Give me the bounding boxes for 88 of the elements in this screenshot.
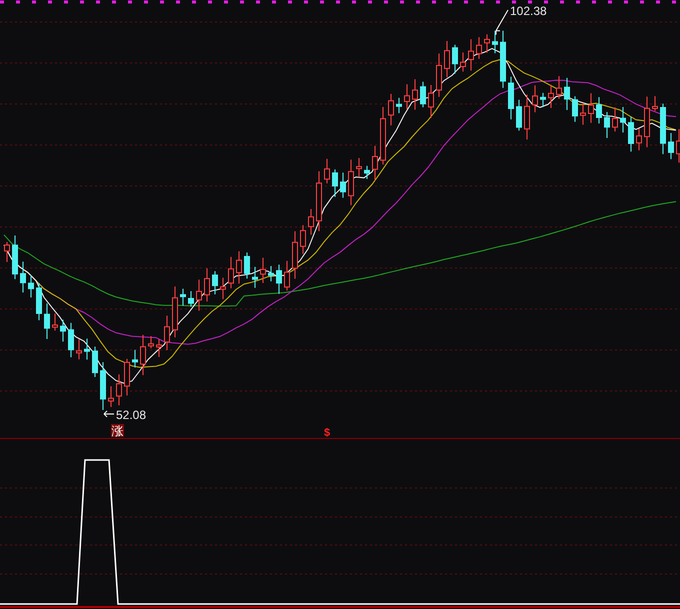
candlestick bbox=[252, 266, 258, 288]
candlestick bbox=[644, 96, 650, 148]
candlestick bbox=[156, 338, 162, 358]
candlestick bbox=[348, 159, 354, 206]
candlestick bbox=[124, 358, 130, 396]
candlestick bbox=[572, 96, 578, 122]
candlestick bbox=[108, 386, 114, 408]
candlestick bbox=[316, 170, 322, 232]
candlestick bbox=[60, 319, 66, 342]
candlestick bbox=[412, 78, 418, 110]
candlestick bbox=[204, 268, 210, 302]
candlestick bbox=[28, 274, 34, 298]
candlestick bbox=[284, 260, 290, 291]
rise-badge: 涨 bbox=[111, 424, 124, 438]
signal-mark: $ bbox=[324, 427, 330, 438]
candlestick bbox=[300, 224, 306, 254]
candlestick bbox=[556, 76, 562, 100]
candlestick bbox=[372, 145, 378, 181]
candlestick bbox=[332, 168, 338, 198]
candlestick bbox=[476, 36, 482, 60]
candlestick bbox=[324, 158, 330, 184]
candlestick bbox=[92, 346, 98, 378]
candlestick bbox=[68, 322, 74, 358]
candlestick bbox=[460, 52, 466, 72]
candlestick bbox=[588, 92, 594, 124]
candlestick bbox=[516, 99, 522, 132]
candlestick bbox=[620, 106, 626, 133]
candlestick bbox=[116, 374, 122, 406]
candlestick bbox=[564, 77, 570, 110]
candlestick bbox=[396, 97, 402, 114]
low-price-label: 52.08 bbox=[116, 408, 146, 422]
candlestick bbox=[220, 277, 226, 300]
candlestick bbox=[452, 44, 458, 74]
candlestick bbox=[132, 349, 138, 368]
candlestick bbox=[236, 250, 242, 284]
candlestick bbox=[12, 234, 18, 280]
candlestick bbox=[500, 30, 506, 88]
candlestick bbox=[668, 132, 674, 160]
candlestick bbox=[548, 84, 554, 108]
candlestick bbox=[532, 84, 538, 113]
candlestick bbox=[468, 38, 474, 72]
candlestick bbox=[612, 106, 618, 132]
candlestick bbox=[244, 252, 250, 280]
candlestick bbox=[228, 256, 234, 289]
candlestick bbox=[380, 106, 386, 165]
candlestick bbox=[652, 96, 658, 112]
candlestick bbox=[340, 172, 346, 198]
candlestick bbox=[524, 94, 530, 140]
candlestick bbox=[660, 103, 666, 155]
candlestick bbox=[164, 315, 170, 351]
candlestick bbox=[604, 112, 610, 139]
candlestick bbox=[492, 30, 498, 54]
candlestick bbox=[36, 282, 42, 321]
candlestick bbox=[196, 279, 202, 312]
candlestick bbox=[172, 286, 178, 338]
candlestick bbox=[428, 84, 434, 118]
candlestick bbox=[148, 336, 154, 349]
candlestick bbox=[76, 338, 82, 360]
candlestick bbox=[628, 116, 634, 152]
candlestick bbox=[356, 158, 362, 178]
candlestick bbox=[636, 128, 642, 151]
candlestick bbox=[260, 257, 266, 284]
candlestick bbox=[596, 96, 602, 124]
candlestick bbox=[140, 334, 146, 376]
candlestick bbox=[84, 338, 90, 360]
candlestick bbox=[364, 165, 370, 180]
candlestick bbox=[420, 81, 426, 108]
candlestick bbox=[276, 264, 282, 294]
candlestick bbox=[508, 76, 514, 120]
candlestick bbox=[308, 208, 314, 236]
candlestick bbox=[212, 270, 218, 295]
candlestick bbox=[484, 34, 490, 54]
candlestick bbox=[404, 84, 410, 110]
candlestick bbox=[52, 313, 58, 332]
candlestick bbox=[44, 302, 50, 340]
candlestick bbox=[100, 362, 106, 410]
candlestick bbox=[436, 53, 442, 98]
candlestick bbox=[188, 290, 194, 308]
candlestick bbox=[268, 266, 274, 282]
candlestick bbox=[4, 242, 10, 262]
candlestick bbox=[444, 40, 450, 78]
high-price-label: 102.38 bbox=[510, 4, 547, 18]
candlestick bbox=[580, 102, 586, 126]
candlestick bbox=[292, 230, 298, 280]
candlestick bbox=[540, 92, 546, 108]
candlestick bbox=[180, 288, 186, 306]
candlestick bbox=[20, 261, 26, 294]
candlestick bbox=[388, 93, 394, 126]
